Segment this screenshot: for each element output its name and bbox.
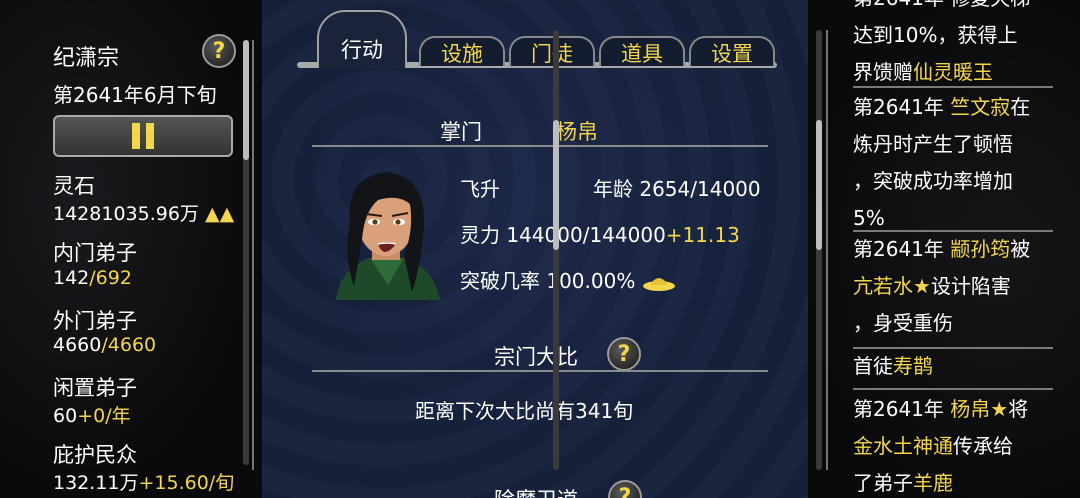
stat-label-protected-people: 庇护民众	[53, 443, 137, 467]
log-entry: 首徒寿鹊	[853, 354, 933, 378]
spirit-power-stat: 灵力 144000/144000+11.13	[460, 223, 740, 247]
divider	[853, 86, 1053, 88]
leader-name[interactable]: 杨帛	[556, 116, 598, 146]
stat-value-idle-disciples: 60+0/年	[53, 405, 131, 427]
stat-label-idle-disciples: 闲置弟子	[53, 376, 137, 400]
tab-settings[interactable]: 设置	[689, 36, 775, 66]
tournament-countdown: 距离下次大比尚有341旬	[415, 399, 634, 423]
divider	[312, 145, 768, 147]
event-log-panel: 第2641年 修复天梯 达到10%，获得上 界馈赠仙灵暖玉 第2641年 竺文寂…	[808, 0, 1080, 498]
tournament-title: 宗门大比	[494, 345, 578, 369]
demon-section-title: 除魔卫道	[494, 484, 578, 498]
right-scrollbar[interactable]	[816, 30, 822, 470]
leader-portrait[interactable]	[328, 160, 446, 300]
left-scrollbar[interactable]	[243, 40, 249, 465]
divider	[853, 388, 1053, 390]
game-date: 第2641年6月下旬	[53, 83, 217, 107]
log-entry: 第2641年 颛孙筠被 亢若水★设计陷害 ，身受重伤	[853, 237, 1031, 335]
question-icon[interactable]: ?	[607, 337, 641, 371]
log-entry: 第2641年 竺文寂在 炼丹时产生了顿悟 ，突破成功率增加 5%	[853, 95, 1031, 230]
breakthrough-stat: 突破几率 100.00%	[460, 265, 676, 294]
stat-value-protected-people: 132.11万+15.60/旬	[53, 472, 235, 494]
tab-items[interactable]: 道具	[599, 36, 685, 66]
center-scrollbar[interactable]	[553, 30, 559, 470]
up-arrows-icon: ▲▲	[204, 203, 235, 225]
log-entry: 第2641年 杨帛★将 金水土神通传承给 了弟子羊鹿	[853, 397, 1029, 495]
question-icon[interactable]: ?	[202, 34, 236, 68]
tab-bar: 行动 设施 门徒 道具 设置	[297, 0, 777, 80]
sect-status-panel: 纪潇宗 ? 第2641年6月下旬 灵石 14281035.96万 ▲▲ 内门弟子…	[0, 0, 262, 498]
tab-facilities[interactable]: 设施	[419, 36, 505, 66]
stat-label-inner-disciples: 内门弟子	[53, 241, 137, 265]
tab-disciples[interactable]: 门徒	[509, 36, 595, 66]
tab-action[interactable]: 行动	[317, 10, 407, 68]
stat-value-outer-disciples: 4660/4660	[53, 334, 157, 356]
pause-icon	[132, 123, 140, 149]
log-entry: 第2641年 修复天梯 达到10%，获得上 界馈赠仙灵暖玉	[853, 0, 1030, 84]
stat-label-outer-disciples: 外门弟子	[53, 309, 137, 333]
stat-label-spirit-stones: 灵石	[53, 174, 95, 198]
stat-value-spirit-stones: 14281035.96万 ▲▲	[53, 203, 235, 225]
pause-button[interactable]	[53, 115, 233, 157]
cultivation-stage: 飞升	[460, 177, 500, 201]
divider	[312, 370, 768, 372]
stat-value-inner-disciples: 142/692	[53, 267, 132, 289]
leader-title: 掌门	[440, 120, 482, 144]
ingot-icon	[642, 277, 675, 291]
action-panel: 行动 设施 门徒 道具 设置 掌门 杨帛 飞升 年龄 2654/14000 灵力	[262, 0, 808, 498]
sect-name: 纪潇宗	[53, 46, 120, 71]
question-icon[interactable]: ?	[608, 480, 642, 498]
age-stat: 年龄 2654/14000	[593, 177, 761, 201]
